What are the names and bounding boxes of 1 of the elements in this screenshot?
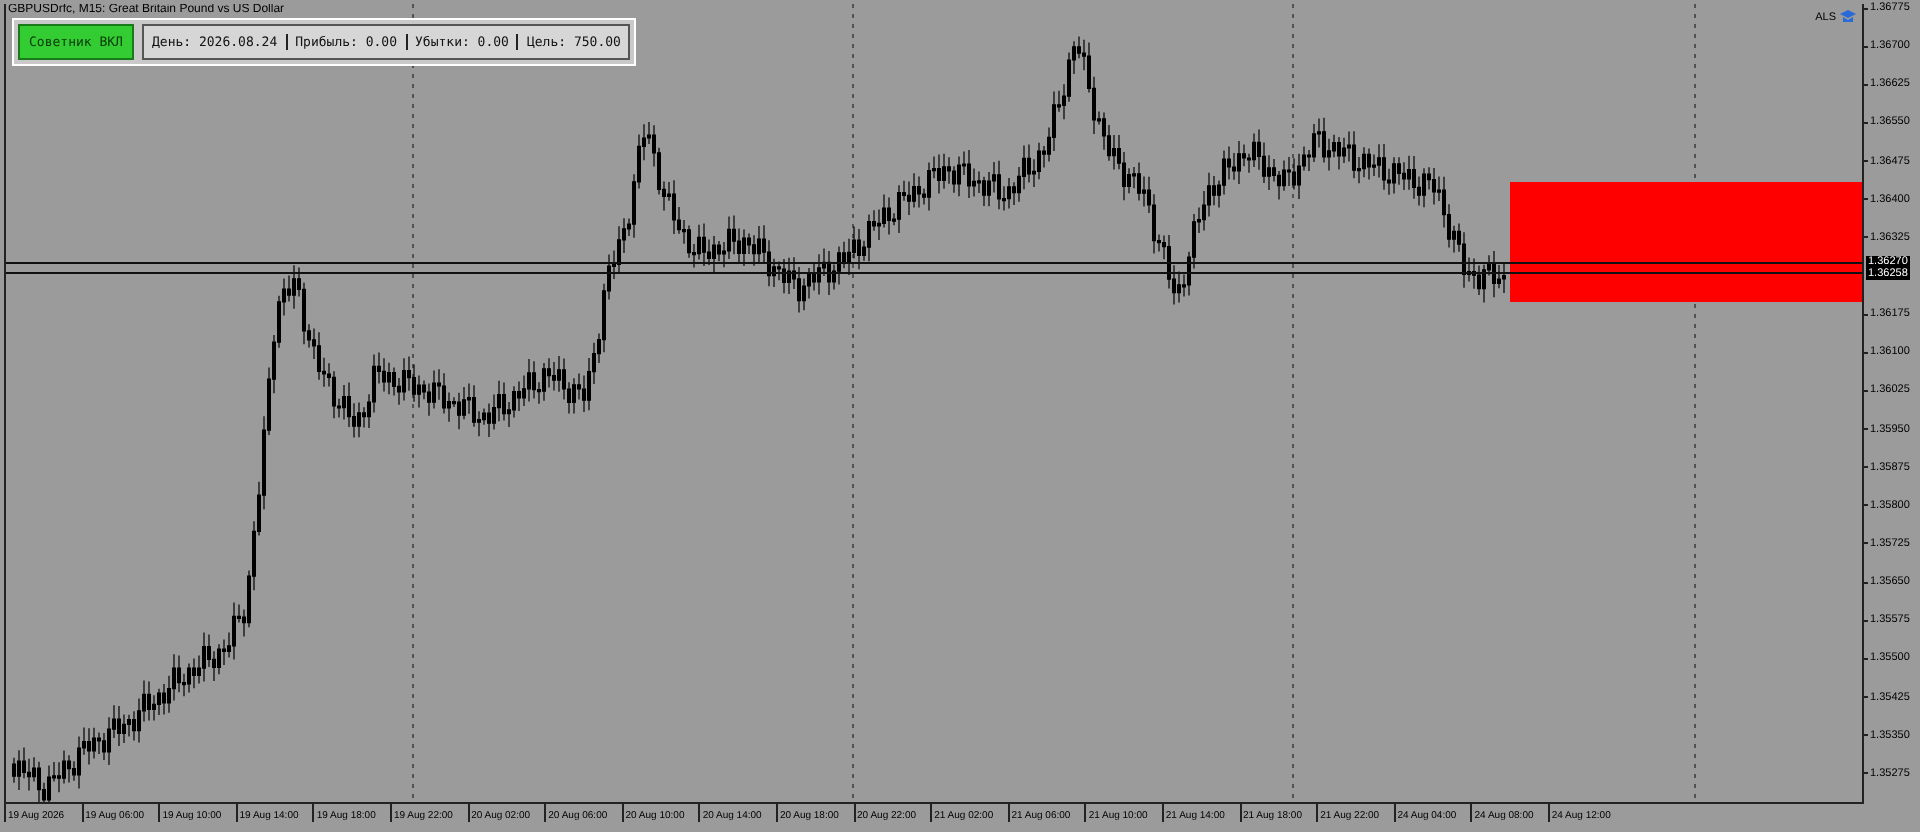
hat-icon [1840,10,1856,24]
